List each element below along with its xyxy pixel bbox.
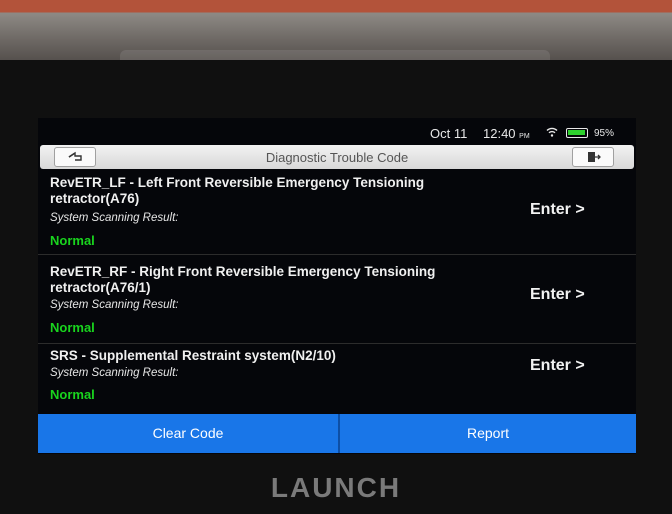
status-clock: 12:40 [483, 126, 516, 141]
scan-result-label: System Scanning Result: [50, 367, 179, 379]
clear-code-button[interactable]: Clear Code [38, 414, 338, 453]
scan-result-value: Normal [50, 387, 95, 402]
divider [38, 343, 636, 344]
module-name: RevETR_LF - Left Front Reversible Emerge… [50, 175, 425, 206]
screen: Oct 11 12:40 PM 95% Diagnostic Trouble C… [38, 118, 636, 454]
divider [38, 254, 636, 255]
scan-result-value: Normal [50, 233, 95, 248]
exit-icon [588, 152, 601, 162]
status-time: 12:40 PM [483, 126, 530, 141]
report-button[interactable]: Report [340, 414, 636, 453]
bottom-button-bar: Clear Code Report [38, 414, 636, 453]
status-ampm: PM [519, 133, 530, 140]
title-bar: Diagnostic Trouble Code [40, 145, 634, 169]
status-date: Oct 11 [430, 126, 468, 141]
list-item[interactable]: RevETR_LF - Left Front Reversible Emerge… [38, 171, 636, 251]
scan-result-label: System Scanning Result: [50, 299, 179, 311]
battery-icon [566, 128, 588, 138]
enter-button[interactable]: Enter > [530, 201, 585, 219]
list-item[interactable]: RevETR_RF - Right Front Reversible Emerg… [38, 259, 636, 339]
module-name: RevETR_RF - Right Front Reversible Emerg… [50, 264, 436, 295]
scan-result-value: Normal [50, 320, 95, 335]
enter-button[interactable]: Enter > [530, 357, 585, 375]
exit-button[interactable] [572, 147, 614, 167]
brand-logo: LAUNCH [270, 472, 402, 503]
status-bar: Oct 11 12:40 PM 95% [38, 118, 636, 144]
module-list: RevETR_LF - Left Front Reversible Emerge… [38, 171, 636, 416]
module-name: SRS - Supplemental Restraint system(N2/1… [50, 348, 336, 363]
enter-button[interactable]: Enter > [530, 286, 585, 304]
scan-result-label: System Scanning Result: [50, 212, 179, 224]
wifi-icon [546, 127, 558, 137]
battery-percent: 95% [594, 128, 615, 139]
list-item[interactable]: SRS - Supplemental Restraint system(N2/1… [38, 347, 636, 416]
page-title: Diagnostic Trouble Code [265, 150, 409, 165]
